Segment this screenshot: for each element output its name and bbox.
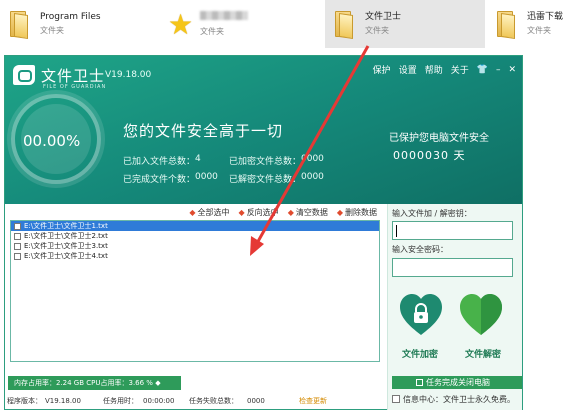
stat-added-value: 4 xyxy=(195,154,201,164)
file-row[interactable]: E:\文件卫士\文件卫士1.txt xyxy=(11,221,379,231)
stat-decrypted-label: 已解密文件总数： xyxy=(229,175,302,185)
stat-done-value: 0000 xyxy=(195,172,218,182)
folder-type: 文件夹 xyxy=(365,26,389,35)
folder-icon xyxy=(333,9,357,39)
stat-encrypted-value: 0000 xyxy=(301,154,324,164)
check-update-link[interactable]: 检查更新 xyxy=(299,394,327,408)
progress-percent: 00.00% xyxy=(23,132,81,150)
folder-thunder-downloads[interactable]: 迅雷下载 文件夹 xyxy=(487,0,580,48)
app-title: 文件卫士 xyxy=(41,67,106,85)
stat-done-label: 已完成文件个数： xyxy=(123,175,196,185)
list-toolbar: ◆ 全部选中 ◆ 反向选中 ◆ 清空数据 ◆ 删除数据 xyxy=(15,207,377,220)
file-row[interactable]: E:\文件卫士\文件卫士3.txt xyxy=(11,241,379,251)
stat-decrypted-value: 0000 xyxy=(301,172,324,182)
skin-icon[interactable]: 👕 xyxy=(477,65,488,75)
fail-label: 任务失败总数： xyxy=(189,397,238,405)
about-menu[interactable]: 关于 xyxy=(451,63,469,76)
file-list[interactable]: E:\文件卫士\文件卫士1.txt E:\文件卫士\文件卫士2.txt E:\文… xyxy=(10,220,380,362)
encrypt-icon[interactable] xyxy=(398,293,444,337)
key-label: 输入文件加 / 解密钥： xyxy=(392,209,472,218)
folder-type: 文件夹 xyxy=(40,26,64,35)
encrypt-label[interactable]: 文件加密 xyxy=(402,347,438,360)
password-label: 输入安全密码： xyxy=(392,245,448,254)
folder-icon xyxy=(8,9,32,39)
protected-label: 已保护您电脑文件安全 xyxy=(389,133,489,144)
folder-file-guard[interactable]: 文件卫士 文件夹 xyxy=(325,0,485,48)
info-center: 信息中心：文件卫士永久免费。 xyxy=(392,394,515,405)
file-checkbox[interactable] xyxy=(14,242,21,250)
delete-data-button[interactable]: ◆ 删除数据 xyxy=(337,207,377,220)
fail-value: 0000 xyxy=(247,397,265,405)
protect-menu[interactable]: 保护 xyxy=(373,63,391,76)
password-input[interactable] xyxy=(392,258,513,277)
version-value: V19.18.00 xyxy=(45,397,81,405)
app-logo-icon xyxy=(13,65,35,85)
resource-status: 内存占用率：2.24 GB CPU占用率：3.66 % ◆ xyxy=(8,376,181,390)
time-label: 任务用时： xyxy=(103,397,138,405)
clear-data-button[interactable]: ◆ 清空数据 xyxy=(288,207,328,220)
protected-days: 0000030 天 xyxy=(393,147,466,163)
right-panel: 输入文件加 / 解密钥： 输入安全密码： 文件加密 文件解密 任务完成关闭电脑 … xyxy=(387,204,522,410)
folder-name: 迅雷下载 xyxy=(527,12,564,22)
bottom-status-bar: 程序版本： V19.18.00 任务用时： 00:00:00 任务失败总数： 0… xyxy=(5,394,385,408)
minimize-button[interactable]: – xyxy=(496,65,501,75)
settings-menu[interactable]: 设置 xyxy=(399,63,417,76)
folder-program-files[interactable]: Program Files 文件夹 xyxy=(0,0,125,48)
folder-name: Program Files xyxy=(40,12,101,22)
folder-type: 文件夹 xyxy=(527,26,551,35)
file-checkbox[interactable] xyxy=(14,232,21,240)
folder-name: 文件卫士 xyxy=(365,12,402,22)
shutdown-checkbox[interactable] xyxy=(416,379,423,386)
star-icon: ★ xyxy=(168,8,194,41)
stat-encrypted-label: 已加密文件总数： xyxy=(229,157,302,167)
screenshot-root: Program Files 文件夹 ★ 文件夹 文件卫士 文件夹 迅雷下载 文件… xyxy=(0,0,580,410)
file-checkbox[interactable] xyxy=(14,222,21,230)
protected-unit: 天 xyxy=(453,149,466,162)
decrypt-label[interactable]: 文件解密 xyxy=(465,347,501,360)
file-row[interactable]: E:\文件卫士\文件卫士2.txt xyxy=(11,231,379,241)
time-value: 00:00:00 xyxy=(143,397,175,405)
file-checkbox[interactable] xyxy=(14,252,21,260)
protected-value: 0000030 xyxy=(393,149,449,162)
file-row[interactable]: E:\文件卫士\文件卫士4.txt xyxy=(11,251,379,261)
folder-favorites[interactable]: ★ 文件夹 xyxy=(160,0,285,48)
status-arrow-icon: ◆ xyxy=(155,379,161,387)
info-checkbox[interactable] xyxy=(392,395,400,403)
select-all-button[interactable]: ◆ 全部选中 xyxy=(189,207,229,220)
slogan-text: 您的文件安全高于一切 xyxy=(123,122,284,140)
help-menu[interactable]: 帮助 xyxy=(425,63,443,76)
key-input[interactable] xyxy=(392,221,513,240)
explorer-folder-strip: Program Files 文件夹 ★ 文件夹 文件卫士 文件夹 迅雷下载 文件… xyxy=(0,0,580,48)
version-label: 程序版本： xyxy=(7,397,42,405)
shutdown-option[interactable]: 任务完成关闭电脑 xyxy=(392,376,522,389)
folder-type: 文件夹 xyxy=(200,26,224,36)
app-version: V19.18.00 xyxy=(105,70,152,80)
invert-selection-button[interactable]: ◆ 反向选中 xyxy=(239,207,279,220)
stat-added-label: 已加入文件总数： xyxy=(123,157,196,167)
folder-icon xyxy=(495,9,519,39)
file-guard-window: 文件卫士 FILE OF GUARDIAN V19.18.00 保护 设置 帮助… xyxy=(4,55,523,410)
close-button[interactable]: ✕ xyxy=(508,65,516,75)
app-subtitle: FILE OF GUARDIAN xyxy=(43,84,107,90)
app-header: 文件卫士 FILE OF GUARDIAN V19.18.00 保护 设置 帮助… xyxy=(5,56,522,204)
folder-name-blurred xyxy=(200,10,248,24)
decrypt-icon[interactable] xyxy=(458,293,504,337)
window-topbar: 保护 设置 帮助 关于 👕 – ✕ xyxy=(373,63,516,77)
